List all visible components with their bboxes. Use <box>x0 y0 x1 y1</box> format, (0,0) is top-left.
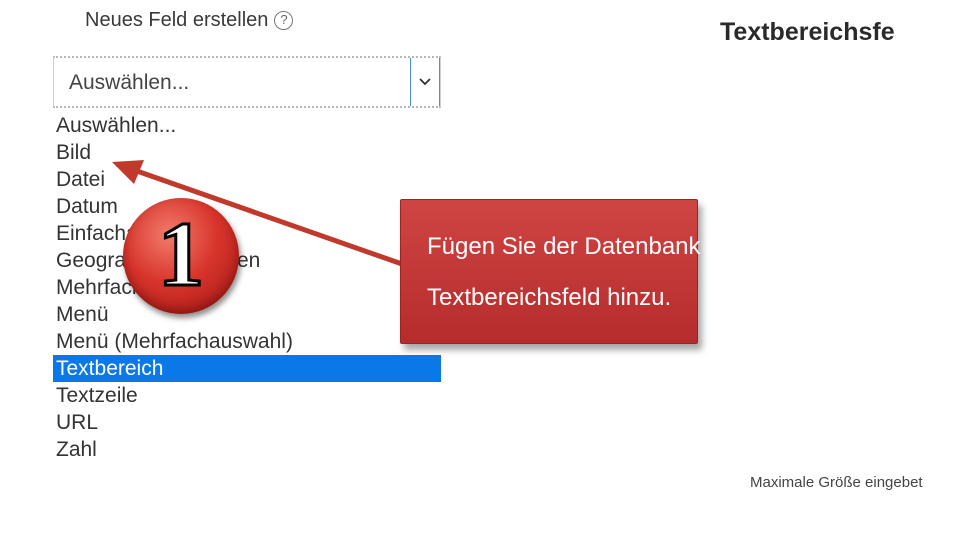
step-number: 1 <box>157 203 206 306</box>
callout-text-line-1: Fügen Sie der Datenbank ein <box>427 233 740 260</box>
annotation-callout: Fügen Sie der Datenbank ein Textbereichs… <box>400 199 739 344</box>
callout-text-line-2: Textbereichsfeld hinzu. <box>427 284 672 311</box>
step-number-badge: 1 <box>123 198 239 314</box>
